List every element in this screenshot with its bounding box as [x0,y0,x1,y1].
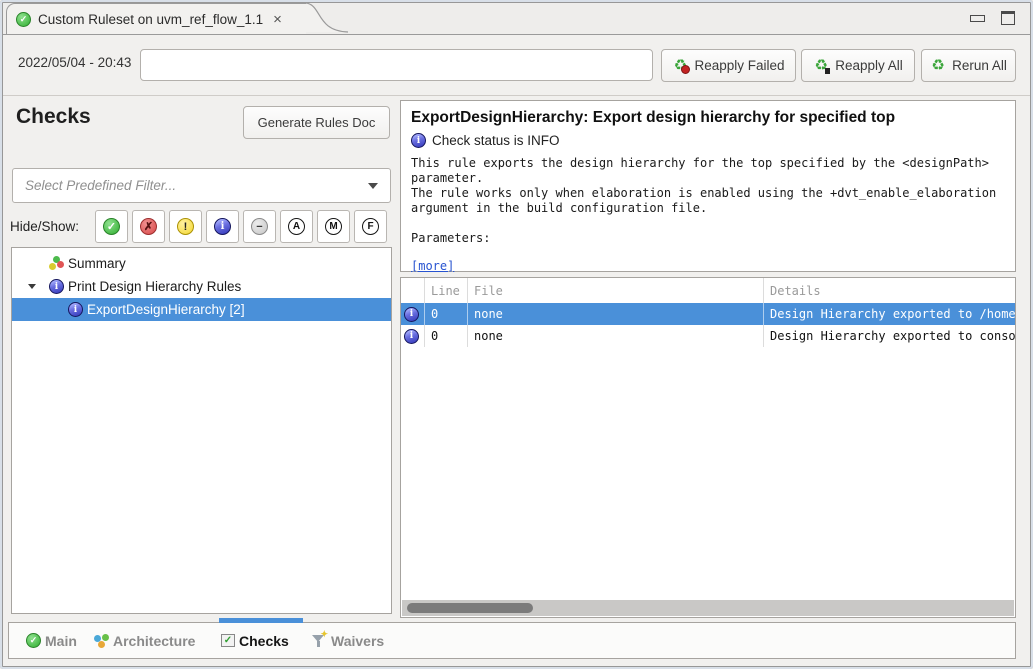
disabled-icon: − [251,218,268,235]
reapply-all-icon: ♻ [813,58,829,73]
search-input[interactable] [140,49,653,81]
check-failed-icon: ✗ [140,218,157,235]
rerun-all-button[interactable]: ♻ Rerun All [921,49,1016,82]
toggle-disabled-button[interactable]: − [243,210,276,243]
line-column-header[interactable]: Line [424,278,467,303]
tree-item-label: Summary [68,256,126,271]
predefined-filter-combobox[interactable]: Select Predefined Filter... [12,168,391,203]
line-cell: 0 [424,303,467,325]
parameters-label: Parameters: [411,231,1005,245]
tab-main[interactable]: ✓ Main [26,623,77,658]
tree-expander-icon[interactable] [28,284,36,289]
check-description-text: This rule exports the design hierarchy f… [411,156,1005,216]
letter-a-icon: A [288,218,305,235]
title-bar: ✓ Custom Ruleset on uvm_ref_flow_1.1 × [0,0,1033,35]
toggle-passed-button[interactable]: ✓ [95,210,128,243]
table-row[interactable]: i 0 none Design Hierarchy exported to co… [401,325,1015,347]
info-icon: i [404,329,419,344]
info-icon: i [411,133,426,148]
scrollbar-thumb[interactable] [407,603,533,613]
tab-waivers[interactable]: ✦ Waivers [311,623,384,658]
tab-curve [306,3,348,34]
reapply-failed-icon: ♻ [672,58,688,73]
tree-item-print-design-hierarchy-rules[interactable]: i Print Design Hierarchy Rules [12,275,391,298]
summary-cluster-icon [49,256,64,271]
file-cell: none [467,325,763,347]
architecture-tab-icon [94,633,109,648]
info-icon: i [404,307,419,322]
details-cell: Design Hierarchy exported to /home/a [763,303,1015,325]
more-link[interactable]: [more] [411,259,454,273]
tab-architecture[interactable]: Architecture [94,623,195,658]
window-tab[interactable]: ✓ Custom Ruleset on uvm_ref_flow_1.1 × [6,3,306,34]
bottom-tab-bar: ✓ Main Architecture ✓ Checks ✦ Waivers [8,622,1016,659]
reapply-all-label: Reapply All [835,58,903,73]
tree-item-label: ExportDesignHierarchy [2] [87,302,245,317]
main-tab-icon: ✓ [26,633,41,648]
checks-tree: Summary i Print Design Hierarchy Rules i… [11,247,392,614]
checks-tab-icon: ✓ [221,634,235,647]
letter-f-icon: F [362,218,379,235]
details-column-header[interactable]: Details [763,278,1015,303]
warning-icon: ! [177,218,194,235]
hide-show-label: Hide/Show: [10,219,79,234]
rerun-all-label: Rerun All [952,58,1007,73]
info-icon: i [49,279,64,294]
rerun-all-icon: ♻ [930,58,946,73]
check-passed-icon: ✓ [103,218,120,235]
details-cell: Design Hierarchy exported to console [763,325,1015,347]
window-title: Custom Ruleset on uvm_ref_flow_1.1 [38,12,263,27]
run-timestamp: 2022/05/04 - 20:43 [18,55,131,70]
toggle-warning-button[interactable]: ! [169,210,202,243]
reapply-failed-label: Reapply Failed [694,58,784,73]
chevron-down-icon [368,183,378,189]
maximize-button[interactable] [1001,11,1015,25]
reapply-failed-button[interactable]: ♻ Reapply Failed [661,49,796,82]
file-column-header[interactable]: File [467,278,763,303]
reapply-all-button[interactable]: ♻ Reapply All [801,49,915,82]
toggle-mandatory-button[interactable]: M [317,210,350,243]
tab-label: Waivers [331,633,384,649]
toolbar: 2022/05/04 - 20:43 ♻ Reapply Failed ♻ Re… [0,35,1033,96]
line-cell: 0 [424,325,467,347]
generate-rules-doc-label: Generate Rules Doc [258,115,376,130]
tree-item-exportdesignhierarchy[interactable]: i ExportDesignHierarchy [2] [12,298,391,321]
icon-column-header[interactable] [401,278,424,303]
toggle-all-button[interactable]: A [280,210,313,243]
tree-item-label: Print Design Hierarchy Rules [68,279,241,294]
generate-rules-doc-button[interactable]: Generate Rules Doc [243,106,390,139]
table-row[interactable]: i 0 none Design Hierarchy exported to /h… [401,303,1015,325]
toggle-failed-button[interactable]: ✗ [132,210,165,243]
check-description-panel: ExportDesignHierarchy: Export design hie… [400,100,1016,272]
toggle-info-button[interactable]: i [206,210,239,243]
tab-label: Main [45,633,77,649]
results-table: Line File Details i 0 none Design Hierar… [400,277,1016,618]
tab-label: Architecture [113,633,195,649]
minimize-button[interactable] [970,15,985,22]
check-status-text: Check status is INFO [432,133,560,148]
info-icon: i [214,218,231,235]
checks-panel-title: Checks [16,105,91,129]
predefined-filter-placeholder: Select Predefined Filter... [25,178,368,193]
waivers-funnel-icon: ✦ [311,633,327,648]
tree-item-summary[interactable]: Summary [12,252,391,275]
ruleset-status-icon: ✓ [16,12,31,27]
file-cell: none [467,303,763,325]
info-icon: i [68,302,83,317]
table-header-row: Line File Details [401,278,1015,303]
check-heading: ExportDesignHierarchy: Export design hie… [411,109,1005,127]
tab-close-icon[interactable]: × [273,11,282,28]
letter-m-icon: M [325,218,342,235]
horizontal-scrollbar[interactable] [402,600,1014,616]
tab-label: Checks [239,633,289,649]
toggle-filtered-button[interactable]: F [354,210,387,243]
tab-checks[interactable]: ✓ Checks [221,623,289,658]
